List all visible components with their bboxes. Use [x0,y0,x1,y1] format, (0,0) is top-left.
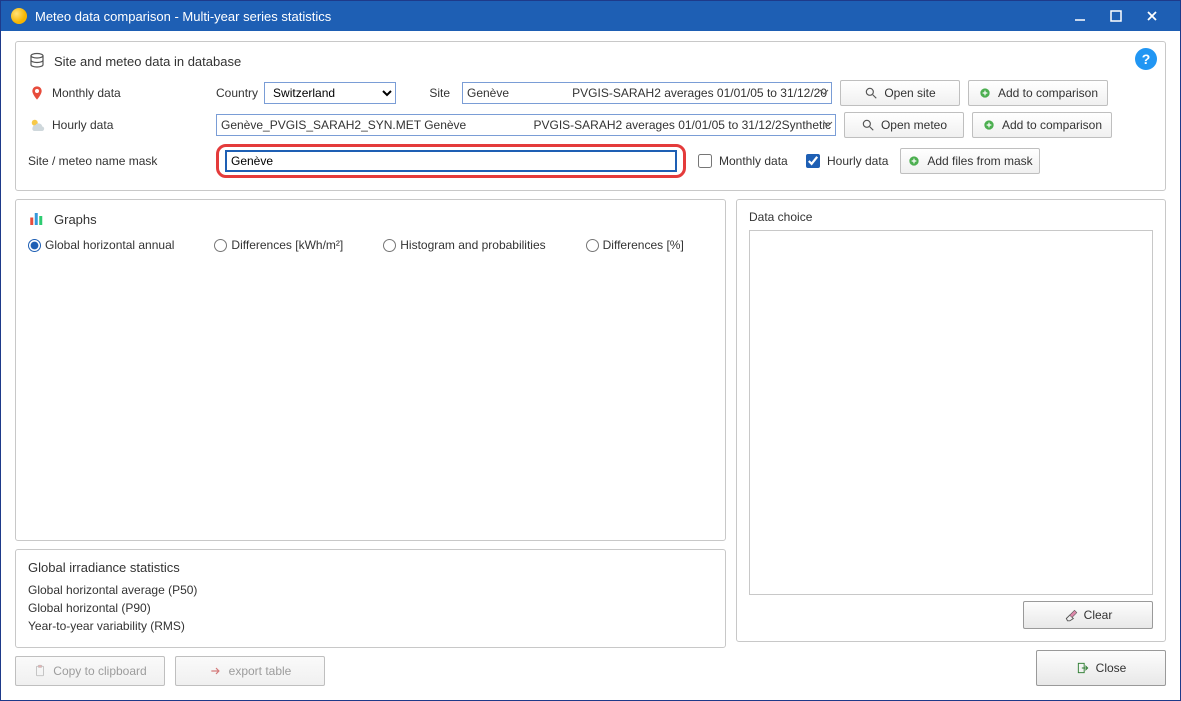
stat-p90: Global horizontal (P90) [28,599,713,617]
site-label: Site [404,86,454,100]
window-title: Meteo data comparison - Multi-year serie… [35,9,331,24]
stats-title: Global irradiance statistics [28,560,180,575]
plus-circle-icon [978,86,992,100]
add-comparison-meteo-button[interactable]: Add to comparison [972,112,1112,138]
stats-panel: Global irradiance statistics Global hori… [15,549,726,648]
magnifier-icon [861,118,875,132]
radio-global-annual[interactable]: Global horizontal annual [28,238,174,252]
pin-icon [28,84,46,102]
add-files-mask-button[interactable]: Add files from mask [900,148,1040,174]
stat-p50: Global horizontal average (P50) [28,581,713,599]
mask-label: Site / meteo name mask [28,154,208,168]
panel-title: Site and meteo data in database [54,54,241,69]
maximize-button[interactable] [1098,1,1134,31]
bar-chart-icon [28,210,46,228]
country-select[interactable]: Switzerland [264,82,396,104]
hourly-select[interactable]: Genève_PVGIS_SARAH2_SYN.MET Genève PVGIS… [216,114,836,136]
app-icon [11,8,27,24]
data-choice-list[interactable] [749,230,1153,595]
export-table-button[interactable]: export table [175,656,325,686]
monthly-data-label: Monthly data [52,86,121,100]
add-comparison-site-button[interactable]: Add to comparison [968,80,1108,106]
radio-diff-kwh[interactable]: Differences [kWh/m²] [214,238,343,252]
data-choice-panel: Data choice Clear [736,199,1166,642]
close-button[interactable]: Close [1036,650,1166,686]
open-site-button[interactable]: Open site [840,80,960,106]
help-icon[interactable]: ? [1135,48,1157,70]
graph-type-radios: Global horizontal annual Differences [kW… [28,238,713,252]
hourly-data-label: Hourly data [52,118,113,132]
mask-input[interactable] [225,150,677,172]
plus-circle-icon [907,154,921,168]
country-label: Country [216,86,258,100]
mask-highlight [216,144,686,178]
clipboard-icon [33,664,47,678]
titlebar: Meteo data comparison - Multi-year serie… [1,1,1180,31]
weather-icon [28,116,46,134]
stat-rms: Year-to-year variability (RMS) [28,617,713,635]
exit-icon [1076,661,1090,675]
chevron-down-icon [823,118,833,132]
magnifier-icon [864,86,878,100]
eraser-icon [1064,608,1078,622]
export-arrow-icon [209,664,223,678]
chevron-down-icon [819,86,829,100]
open-meteo-button[interactable]: Open meteo [844,112,964,138]
radio-histogram[interactable]: Histogram and probabilities [383,238,545,252]
data-choice-title: Data choice [749,210,1153,224]
site-meteo-panel: Site and meteo data in database ? Monthl… [15,41,1166,191]
clear-button[interactable]: Clear [1023,601,1153,629]
app-window: Meteo data comparison - Multi-year serie… [0,0,1181,701]
graphs-panel: Graphs Global horizontal annual Differen… [15,199,726,541]
site-select[interactable]: Genève PVGIS-SARAH2 averages 01/01/05 to… [462,82,832,104]
graphs-title: Graphs [54,212,97,227]
hourly-checkbox[interactable]: Hourly data [802,151,892,171]
close-window-button[interactable] [1134,1,1170,31]
radio-diff-pct[interactable]: Differences [%] [586,238,684,252]
monthly-checkbox[interactable]: Monthly data [694,151,794,171]
minimize-button[interactable] [1062,1,1098,31]
plus-circle-icon [982,118,996,132]
database-icon [28,52,46,70]
copy-clipboard-button[interactable]: Copy to clipboard [15,656,165,686]
